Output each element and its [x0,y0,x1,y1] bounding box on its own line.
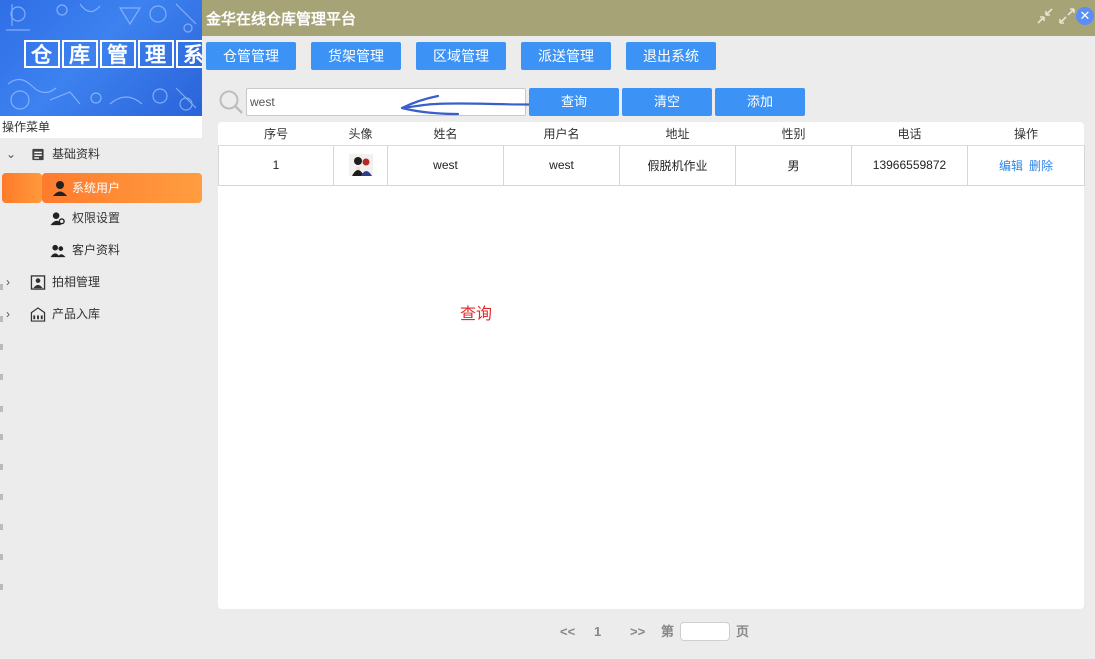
cell-actions: 编辑 删除 [967,145,1085,186]
user-key-icon [50,212,65,226]
title-bar: 金华在线仓库管理平台 ✕ [202,0,1095,36]
cell-username: west [503,145,620,186]
nav-warehouse-button[interactable]: 仓管管理 [206,42,296,70]
app-title: 金华在线仓库管理平台 [206,11,357,28]
column-header: 序号 [218,122,334,146]
column-header: 姓名 [387,122,504,146]
pager-prefix: 第 [661,624,675,639]
column-header: 性别 [735,122,852,146]
pager-prev[interactable]: << [560,623,575,641]
logo-char: 理 [138,40,174,68]
logo-char: 管 [100,40,136,68]
sidebar-item-label: 客户资料 [72,243,121,257]
query-button[interactable]: 查询 [529,88,619,116]
sidebar-group-label: 基础资料 [52,147,101,161]
user-icon [53,181,67,196]
annotation-label: 查询 [460,306,493,323]
warehouse-icon [30,307,46,322]
portrait-icon [30,275,46,290]
sidebar: 操作菜单 ⌄ 基础资料 系统用户 权限设置 客户资料 › 拍相管理 › 产品入库 [0,116,214,659]
column-header: 电话 [851,122,968,146]
logo-char: 系 [176,40,202,68]
content-panel: 序号 头像 姓名 用户名 地址 性别 电话 操作 1 west west 假脱机… [218,122,1085,609]
column-header: 操作 [967,122,1085,146]
cell-phone: 13966559872 [851,145,968,186]
page-jump-input[interactable] [680,622,730,641]
close-icon[interactable]: ✕ [1076,7,1094,25]
nav-delivery-button[interactable]: 派送管理 [521,42,611,70]
maximize-arrows-icon[interactable] [1057,6,1077,26]
table-row: 1 west west 假脱机作业 男 13966559872 编辑 删除 [218,145,1085,186]
sidebar-group-photo[interactable]: › 拍相管理 [0,268,202,296]
column-header: 用户名 [503,122,620,146]
column-header: 地址 [619,122,736,146]
cell-address: 假脱机作业 [619,145,736,186]
cell-index: 1 [218,145,334,186]
users-icon [50,244,66,258]
cell-gender: 男 [735,145,852,186]
pager-current-page[interactable]: 1 [594,623,601,641]
nav-area-button[interactable]: 区域管理 [416,42,506,70]
edit-link[interactable]: 编辑 [999,159,1023,173]
sidebar-item-customers[interactable]: 客户资料 [0,236,202,264]
avatar [348,154,373,176]
app-logo: 仓 库 管 理 系 [0,0,202,116]
logo-char: 仓 [24,40,60,68]
nav-shelf-button[interactable]: 货架管理 [311,42,401,70]
sidebar-group-label: 拍相管理 [52,275,101,289]
chevron-right-icon[interactable]: › [6,268,18,296]
active-indicator [2,173,42,203]
sidebar-group-inbound[interactable]: › 产品入库 [0,300,202,328]
logo-title: 仓 库 管 理 系 [24,40,202,70]
sidebar-item-system-users[interactable]: 系统用户 [2,173,202,203]
cell-name: west [387,145,504,186]
chevron-right-icon[interactable]: › [6,300,18,328]
active-item-bar[interactable]: 系统用户 [42,173,202,203]
chevron-down-icon[interactable]: ⌄ [6,140,18,168]
pager-next[interactable]: >> [630,623,645,641]
cell-avatar [333,145,388,186]
pager-suffix: 页 [736,624,750,639]
add-button[interactable]: 添加 [715,88,805,116]
sidebar-item-label: 系统用户 [72,181,121,195]
sidebar-item-label: 权限设置 [72,211,121,225]
search-icon [219,90,243,114]
document-icon [32,148,44,161]
users-table: 序号 头像 姓名 用户名 地址 性别 电话 操作 1 west west 假脱机… [218,122,1085,186]
clear-button[interactable]: 清空 [622,88,712,116]
sidebar-item-permissions[interactable]: 权限设置 [0,204,202,232]
column-header: 头像 [333,122,388,146]
delete-link[interactable]: 删除 [1029,159,1053,173]
sidebar-group-basic[interactable]: ⌄ 基础资料 [0,140,202,168]
logo-char: 库 [62,40,98,68]
table-header-row: 序号 头像 姓名 用户名 地址 性别 电话 操作 [218,122,1085,146]
menu-header: 操作菜单 [0,116,202,138]
minimize-arrows-icon[interactable] [1035,6,1055,26]
nav-logout-button[interactable]: 退出系统 [626,42,716,70]
sidebar-group-label: 产品入库 [52,307,101,321]
